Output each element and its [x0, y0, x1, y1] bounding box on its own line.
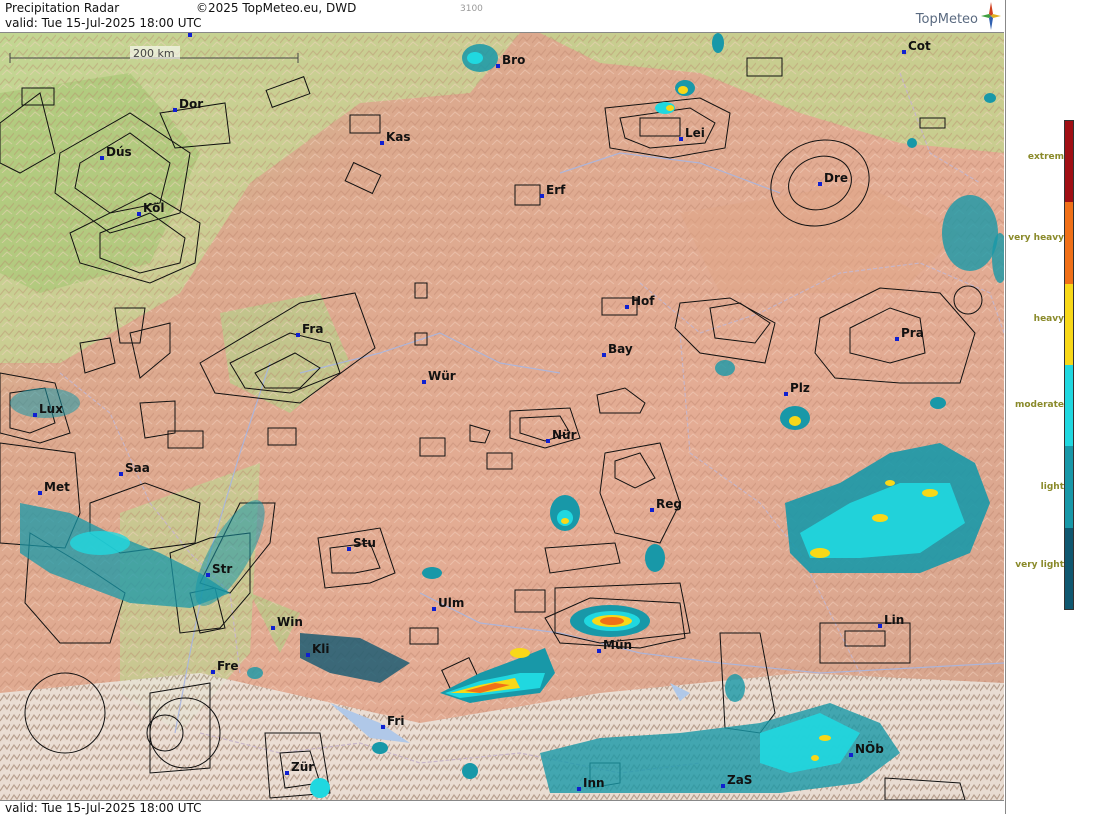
city-marker-zür: [285, 771, 289, 775]
legend-label-very-light: very light: [1015, 560, 1064, 570]
city-label-met: Met: [44, 480, 70, 494]
city-marker-cot: [902, 50, 906, 54]
brand-name: TopMeteo: [915, 12, 978, 27]
city-marker-reg: [650, 508, 654, 512]
header-bar: Precipitation Radar ©2025 TopMeteo.eu, D…: [0, 0, 1004, 33]
city-label-dor: Dor: [179, 97, 203, 111]
city-label-win: Win: [277, 615, 303, 629]
legend-label-heavy: heavy: [1033, 314, 1064, 324]
intensity-legend: extrem very heavy heavy moderate light v…: [1005, 0, 1095, 814]
legend-swatch-heavy: [1065, 283, 1073, 365]
valid-time-header: valid: Tue 15-Jul-2025 18:00 UTC: [5, 16, 202, 30]
city-label-mün: Mün: [603, 638, 632, 652]
legend-color-bar: [1064, 120, 1074, 610]
city-marker-lux: [33, 413, 37, 417]
city-marker-win: [271, 626, 275, 630]
city-label-str: Str: [212, 562, 232, 576]
city-label-stu: Stu: [353, 536, 376, 550]
city-marker-köl: [137, 212, 141, 216]
city-marker-lin: [878, 624, 882, 628]
city-label-reg: Reg: [656, 497, 682, 511]
legend-swatch-very-heavy: [1065, 202, 1073, 284]
city-marker-str: [206, 573, 210, 577]
city-marker-inn: [577, 787, 581, 791]
city-marker-kas: [380, 141, 384, 145]
city-label-cot: Cot: [908, 39, 931, 53]
city-label-saa: Saa: [125, 461, 150, 475]
city-label-lux: Lux: [39, 402, 63, 416]
city-marker-dús: [100, 156, 104, 160]
city-label-plz: Plz: [790, 381, 810, 395]
legend-swatch-light: [1065, 446, 1073, 528]
city-label-kli: Kli: [312, 642, 330, 656]
city-label-nöb: NÖb: [855, 741, 884, 756]
city-label-dús: Dús: [106, 145, 132, 159]
city-label-lin: Lin: [884, 613, 904, 627]
city-label-bro: Bro: [502, 53, 525, 67]
city-marker-mon: [188, 33, 192, 37]
city-label-inn: Inn: [583, 776, 605, 790]
city-label-dre: Dre: [824, 171, 848, 185]
legend-swatch-moderate: [1065, 364, 1073, 447]
city-label-fra: Fra: [302, 322, 323, 336]
map-title: Precipitation Radar: [5, 1, 120, 15]
city-marker-dor: [173, 108, 177, 112]
city-marker-dre: [818, 182, 822, 186]
legend-swatch-very-light: [1065, 527, 1073, 609]
copyright-text: ©2025 TopMeteo.eu, DWD: [196, 1, 357, 15]
map-code: 3100: [460, 4, 483, 14]
legend-label-extrem: extrem: [1027, 152, 1064, 162]
city-label-kas: Kas: [386, 130, 411, 144]
valid-time-footer: valid: Tue 15-Jul-2025 18:00 UTC: [5, 801, 202, 815]
legend-label-light: light: [1040, 482, 1064, 492]
city-marker-saa: [119, 472, 123, 476]
city-marker-kli: [306, 653, 310, 657]
city-label-wür: Wür: [428, 369, 456, 383]
scale-bar-label: 200 km: [133, 47, 175, 60]
city-marker-fra: [296, 333, 300, 337]
city-label-hof: Hof: [631, 294, 655, 308]
city-marker-plz: [784, 392, 788, 396]
city-label-köl: Köl: [143, 201, 164, 215]
scale-bar: 200 km: [130, 46, 180, 60]
legend-swatch-extrem: [1065, 121, 1073, 203]
legend-label-very-heavy: very heavy: [1008, 233, 1064, 243]
city-label-pra: Pra: [901, 326, 924, 340]
city-marker-hof: [625, 305, 629, 309]
city-label-zür: Zür: [291, 760, 314, 774]
city-marker-pra: [895, 337, 899, 341]
city-marker-nür: [546, 439, 550, 443]
footer-bar: valid: Tue 15-Jul-2025 18:00 UTC: [0, 800, 1004, 815]
city-marker-mün: [597, 649, 601, 653]
city-label-ulm: Ulm: [438, 596, 464, 610]
city-label-lei: Lei: [685, 126, 705, 140]
compass-logo-icon: [981, 2, 1001, 30]
city-marker-ulm: [432, 607, 436, 611]
city-marker-fre: [211, 670, 215, 674]
city-marker-erf: [540, 194, 544, 198]
city-marker-fri: [381, 725, 385, 729]
city-label-mon: Mon: [194, 33, 223, 36]
city-marker-met: [38, 491, 42, 495]
legend-label-moderate: moderate: [1014, 400, 1064, 410]
city-marker-zas: [721, 784, 725, 788]
radar-map[interactable]: 200 km Mon Bro Cot Dor Kas Dús Lei Erf Dre Köl Hof…: [0, 33, 1004, 800]
city-label-zas: ZaS: [727, 773, 752, 787]
city-label-fri: Fri: [387, 714, 404, 728]
city-label-fre: Fre: [217, 659, 239, 673]
city-marker-bro: [496, 64, 500, 68]
city-marker-lei: [679, 137, 683, 141]
city-marker-nöb: [849, 753, 853, 757]
city-label-bay: Bay: [608, 342, 633, 356]
city-label-nür: Nür: [552, 428, 577, 442]
city-label-erf: Erf: [546, 183, 566, 197]
city-marker-stu: [347, 547, 351, 551]
city-marker-wür: [422, 380, 426, 384]
city-marker-bay: [602, 353, 606, 357]
